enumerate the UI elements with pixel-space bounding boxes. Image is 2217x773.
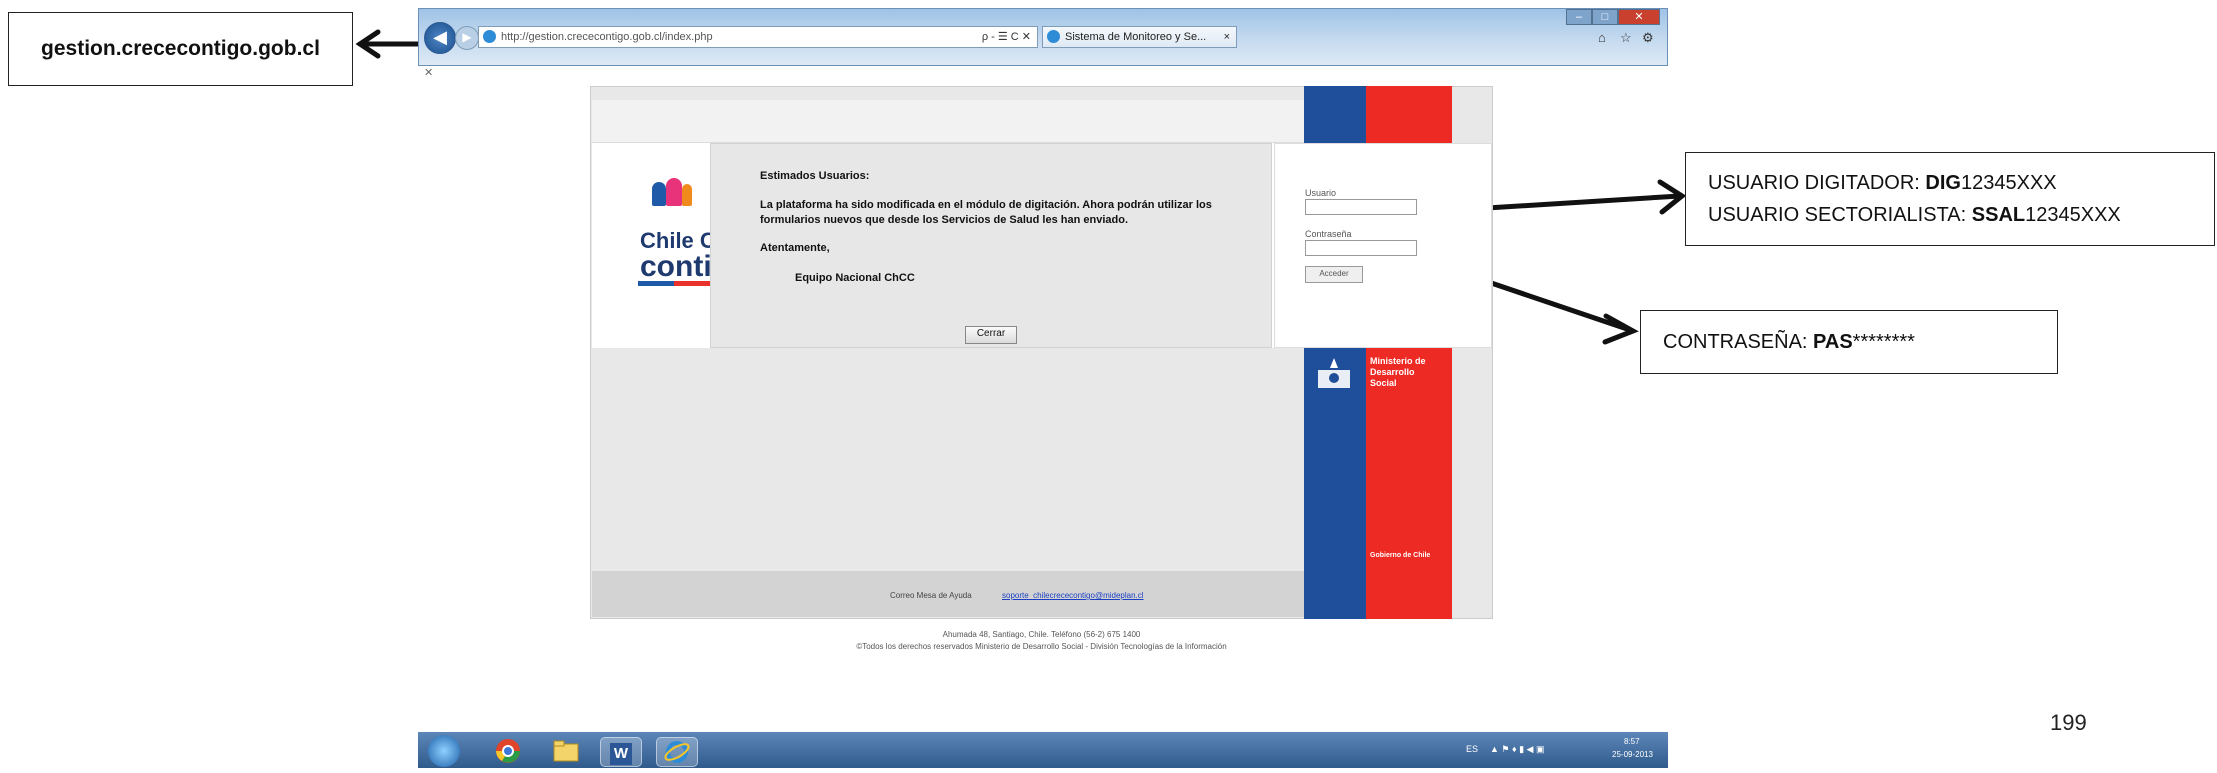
- dialog-greeting: Estimados Usuarios:: [760, 170, 870, 182]
- tab-title: Sistema de Monitoreo y Se...: [1065, 31, 1207, 43]
- contrasena-callout: CONTRASEÑA: PAS********: [1640, 310, 2058, 374]
- ie-taskbar-icon[interactable]: [656, 737, 698, 767]
- user-label-2: Usuario: [1305, 188, 1337, 198]
- contrasena-arrowhead: [1602, 313, 1639, 345]
- back-button[interactable]: ◀: [424, 22, 456, 54]
- usuario-digitador-line: USUARIO DIGITADOR: DIG12345XXX: [1708, 172, 2057, 194]
- clock-date[interactable]: 25-09-2013: [1612, 750, 1653, 759]
- close-window-button[interactable]: ✕: [1618, 9, 1660, 25]
- address-bar[interactable]: http://gestion.crececontigo.gob.cl/index…: [478, 26, 1038, 48]
- gov-name: Gobierno de Chile: [1370, 552, 1431, 559]
- home-icon[interactable]: ⌂: [1598, 30, 1606, 45]
- language-indicator[interactable]: ES: [1466, 744, 1478, 754]
- address-controls[interactable]: ρ - ☰ C ✕: [982, 27, 1031, 47]
- address-text: http://gestion.crececontigo.gob.cl/index…: [501, 31, 713, 43]
- password-label-2: Contraseña: [1305, 229, 1352, 239]
- dialog-close-button[interactable]: Cerrar: [965, 326, 1017, 344]
- ie-page-icon: [483, 30, 496, 43]
- tab-close-icon[interactable]: ×: [1224, 27, 1230, 47]
- logo-underline: [638, 281, 710, 286]
- page-header-bar: [592, 100, 1304, 143]
- close-toolbar-icon[interactable]: ✕: [424, 66, 433, 79]
- dialog-closing: Atentamente,: [760, 242, 830, 254]
- settings-icon[interactable]: ⚙: [1642, 30, 1654, 46]
- clock-time[interactable]: 8:57: [1624, 737, 1640, 746]
- tab-sistema-monitoreo[interactable]: Sistema de Monitoreo y Se... ×: [1042, 26, 1237, 48]
- tray-icons[interactable]: ▲ ⚑ ♦ ▮ ◀ ▣: [1490, 744, 1544, 755]
- login-submit-button-2[interactable]: Acceder: [1305, 266, 1363, 283]
- minimize-button[interactable]: –: [1566, 9, 1592, 25]
- ministry-name: Ministerio de Desarrollo Social: [1370, 356, 1426, 388]
- password-input-2[interactable]: [1305, 240, 1417, 256]
- explorer-taskbar-icon[interactable]: [546, 737, 586, 765]
- dialog-body: La plataforma ha sido modificada en el m…: [760, 199, 1212, 226]
- help-label: Correo Mesa de Ayuda: [890, 591, 972, 600]
- footer-rights: ©Todos los derechos reservados Ministeri…: [856, 642, 1227, 651]
- word-taskbar-icon[interactable]: W: [600, 737, 642, 767]
- usuario-sectorialista-line: USUARIO SECTORIALISTA: SSAL12345XXX: [1708, 204, 2121, 226]
- usuario-callout: USUARIO DIGITADOR: DIG12345XXX USUARIO S…: [1685, 152, 2215, 246]
- forward-button[interactable]: ▶: [455, 26, 479, 50]
- user-input-2[interactable]: [1305, 199, 1417, 215]
- page-number: 199: [2050, 710, 2087, 735]
- favorites-icon[interactable]: ☆: [1620, 30, 1632, 46]
- chcc-logo-figures: [652, 178, 692, 208]
- chrome-taskbar-icon[interactable]: [488, 737, 528, 765]
- start-button[interactable]: [428, 735, 460, 767]
- footer-address: Ahumada 48, Santiago, Chile. Teléfono (5…: [942, 630, 1141, 639]
- help-email-link[interactable]: soporte_chilecrececontigo@mideplan.cl: [1002, 591, 1144, 600]
- maximize-button[interactable]: □: [1592, 9, 1618, 25]
- tab-icon: [1047, 30, 1060, 43]
- logo-line2: conti: [640, 250, 712, 283]
- ministry-emblem-icon: [1314, 356, 1354, 390]
- dialog-signature: Equipo Nacional ChCC: [795, 272, 915, 284]
